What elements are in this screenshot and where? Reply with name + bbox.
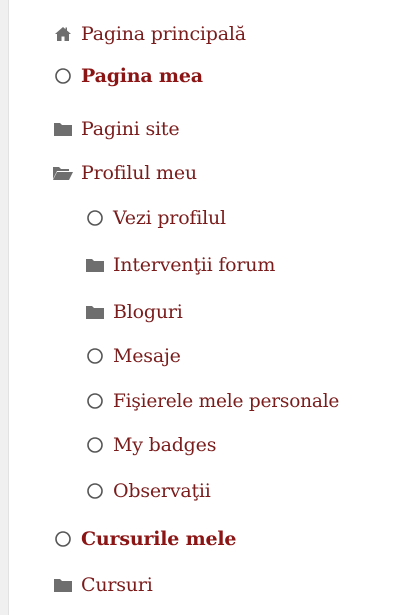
circle-icon	[84, 390, 106, 412]
circle-icon	[84, 480, 106, 502]
nav-item-label: Intervenţii forum	[113, 254, 276, 276]
nav-item-label: Pagina principală	[81, 23, 246, 45]
left-border	[0, 0, 9, 615]
nav-item-label: Fişierele mele personale	[113, 390, 340, 412]
nav-item-my-badges[interactable]: My badges	[84, 425, 216, 465]
nav-item-notes[interactable]: Observaţii	[84, 471, 211, 511]
nav-item-courses[interactable]: Cursuri	[52, 565, 153, 605]
nav-item-forum-posts[interactable]: Intervenţii forum	[84, 245, 275, 285]
nav-item-my-courses[interactable]: Cursurile mele	[52, 519, 237, 559]
circle-icon	[84, 345, 106, 367]
circle-icon	[84, 207, 106, 229]
nav-item-label: Pagini site	[81, 118, 180, 140]
folder-icon	[52, 118, 74, 140]
nav-item-label: Vezi profilul	[113, 207, 226, 229]
nav-item-label: Observaţii	[113, 480, 211, 502]
nav-item-my-page[interactable]: Pagina mea	[52, 56, 203, 96]
nav-item-label: Bloguri	[113, 301, 183, 323]
folder-open-icon	[52, 162, 74, 184]
nav-item-view-profile[interactable]: Vezi profilul	[84, 198, 226, 238]
nav-item-my-profile[interactable]: Profilul meu	[52, 153, 197, 193]
circle-icon	[52, 528, 74, 550]
nav-item-label: My badges	[113, 434, 217, 456]
nav-item-messages[interactable]: Mesaje	[84, 336, 181, 376]
nav-item-label: Mesaje	[113, 345, 181, 367]
nav-item-label: Cursurile mele	[81, 528, 237, 550]
nav-item-blogs[interactable]: Bloguri	[84, 292, 183, 332]
folder-icon	[84, 254, 106, 276]
circle-icon	[84, 434, 106, 456]
circle-icon	[52, 65, 74, 87]
home-icon	[52, 23, 74, 45]
folder-icon	[84, 301, 106, 323]
nav-item-home[interactable]: Pagina principală	[52, 14, 246, 54]
nav-item-private-files[interactable]: Fişierele mele personale	[84, 381, 339, 421]
nav-item-site-pages[interactable]: Pagini site	[52, 109, 180, 149]
navigation-block: Pagina principală Pagina mea Pagini site…	[0, 0, 417, 615]
folder-icon	[52, 574, 74, 596]
nav-item-label: Pagina mea	[81, 65, 203, 87]
nav-item-label: Cursuri	[81, 574, 153, 596]
nav-item-label: Profilul meu	[81, 162, 197, 184]
